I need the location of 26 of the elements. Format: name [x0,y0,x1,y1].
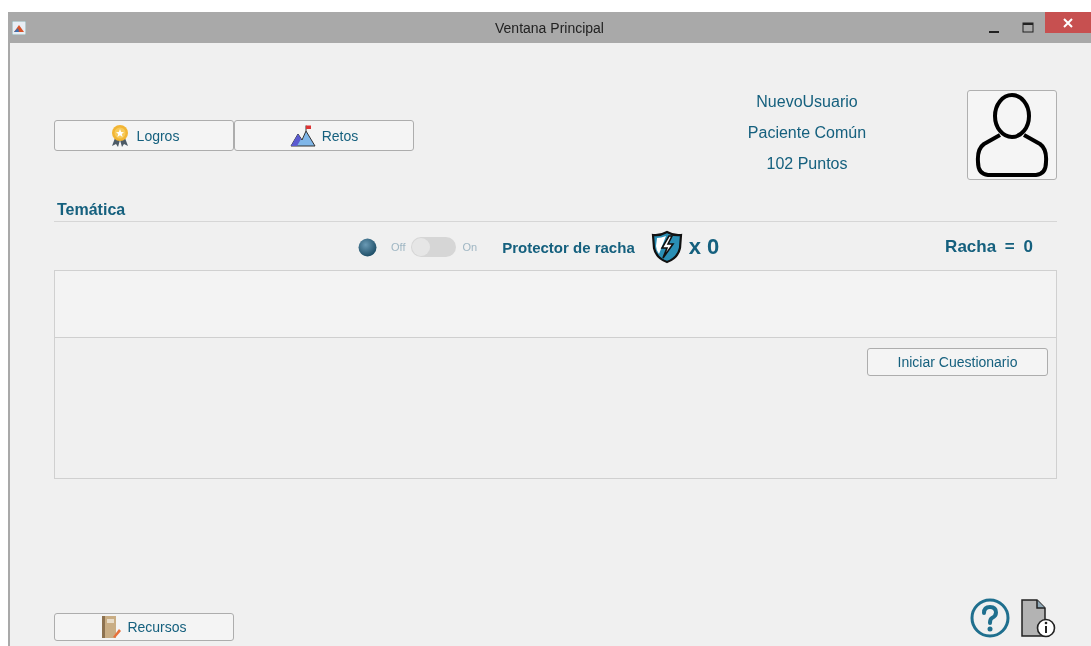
maximize-icon[interactable] [1022,21,1034,34]
nav-button[interactable]: Logros [54,120,234,151]
nav-button[interactable]: Retos [234,120,414,151]
app-icon [12,20,26,35]
close-button[interactable] [1045,12,1091,33]
protector-count: x 0 [688,234,720,260]
protector-label: Protector de racha [502,238,635,256]
user-points: 102 Puntos [766,155,848,173]
status-lamp-icon [358,237,377,257]
mountain-flag-icon [289,124,316,147]
window-title: Ventana Principal [495,19,604,36]
person-silhouette-icon [974,92,1050,178]
toggle-on-label: On [462,241,478,253]
section-title: Temática [57,201,126,219]
close-icon [1063,17,1073,28]
user-role: Paciente Común [747,124,867,142]
toggle-off-label: Off [391,241,406,253]
help-icon[interactable] [970,598,1010,638]
notebook-pencil-icon [101,615,122,639]
document-info-icon[interactable] [1020,598,1056,638]
toggle-switch[interactable] [411,237,457,257]
resources-button[interactable]: Recursos [54,613,234,641]
start-quiz-button[interactable]: Iniciar Cuestionario [867,348,1048,376]
streak-counter: Racha = 0 [945,237,1033,257]
user-name: NuevoUsuario [756,93,858,111]
shield-lightning-icon [650,230,683,264]
